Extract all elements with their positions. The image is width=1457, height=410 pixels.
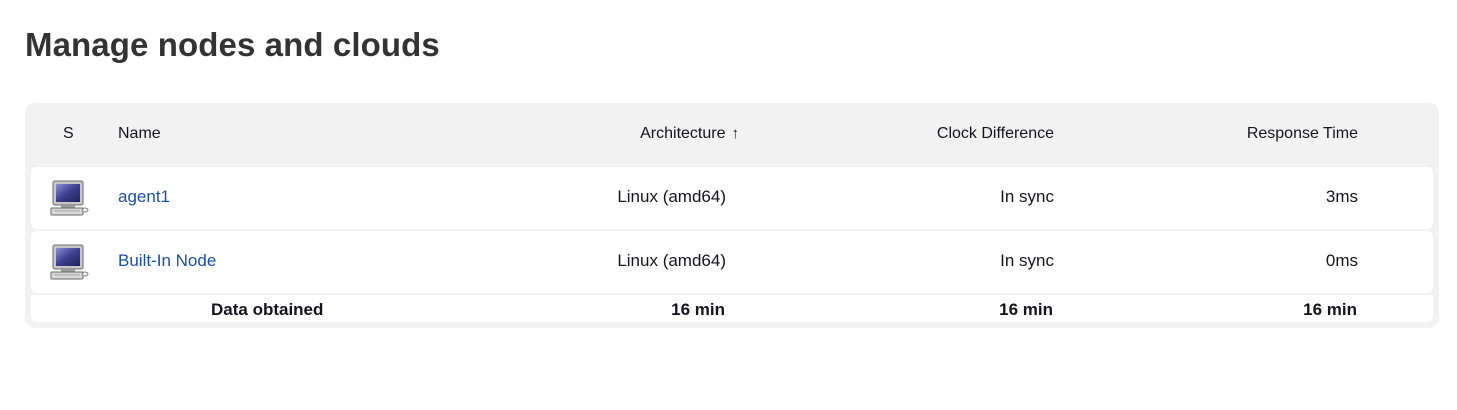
header-architecture[interactable]: Architecture ↑ bbox=[640, 125, 739, 143]
clock-difference-value: In sync bbox=[1000, 251, 1054, 270]
response-time-value: 0ms bbox=[1325, 251, 1358, 270]
node-link-built-in-node[interactable]: Built-In Node bbox=[118, 251, 216, 271]
page: Manage nodes and clouds S Name Architect… bbox=[0, 0, 1457, 410]
architecture-value: Linux (amd64) bbox=[617, 251, 726, 270]
clock-difference-data-age: 16 min bbox=[999, 300, 1053, 319]
architecture-value: Linux (amd64) bbox=[617, 187, 726, 206]
computer-icon bbox=[49, 179, 89, 219]
table-row: Built-In Node Linux (amd64) In sync 0ms bbox=[31, 231, 1433, 293]
table-row: agent1 Linux (amd64) In sync 3ms bbox=[31, 167, 1433, 229]
header-architecture-label: Architecture bbox=[640, 125, 726, 142]
header-name[interactable]: Name bbox=[118, 125, 161, 143]
table-header-row: S Name Architecture ↑ Clock Difference Re… bbox=[25, 103, 1439, 165]
header-clock-difference[interactable]: Clock Difference bbox=[937, 125, 1054, 143]
nodes-table: S Name Architecture ↑ Clock Difference Re… bbox=[25, 103, 1439, 328]
computer-icon bbox=[49, 243, 89, 283]
table-footer-row: Data obtained 16 min 16 min 16 min bbox=[31, 295, 1433, 322]
node-link-agent1[interactable]: agent1 bbox=[118, 187, 170, 207]
data-obtained-label: Data obtained bbox=[211, 300, 324, 319]
architecture-data-age: 16 min bbox=[671, 300, 725, 319]
response-time-data-age: 16 min bbox=[1303, 300, 1357, 319]
response-time-value: 3ms bbox=[1325, 187, 1358, 206]
header-status[interactable]: S bbox=[63, 125, 74, 143]
page-title: Manage nodes and clouds bbox=[25, 26, 440, 63]
header-response-time[interactable]: Response Time bbox=[1247, 125, 1358, 143]
sort-ascending-icon: ↑ bbox=[731, 125, 740, 142]
clock-difference-value: In sync bbox=[1000, 187, 1054, 206]
